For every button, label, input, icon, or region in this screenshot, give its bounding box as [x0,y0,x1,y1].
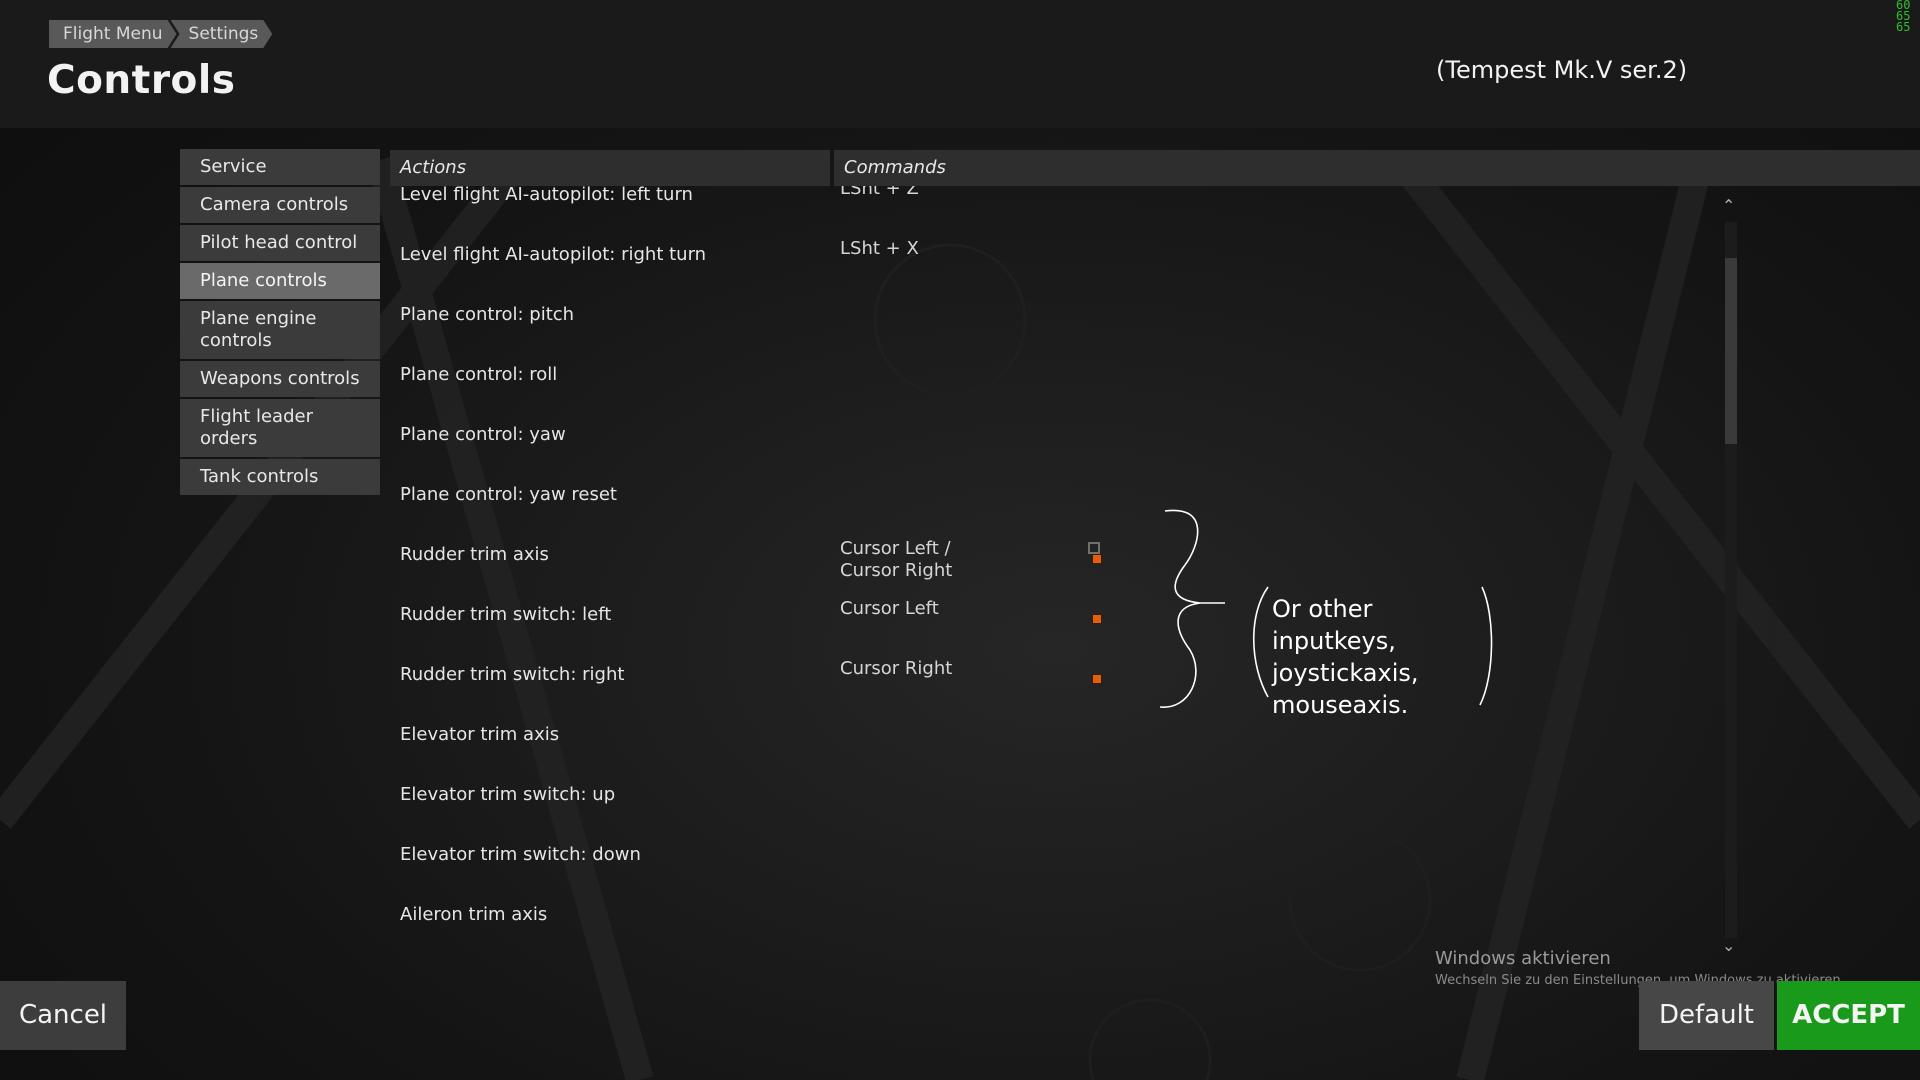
category-item[interactable]: Plane controls [180,263,380,299]
binding-row[interactable]: Elevator trim switch: up [390,764,1730,824]
binding-row[interactable]: Plane control: roll [390,344,1730,404]
page-title: Controls [47,58,236,103]
binding-row[interactable]: Plane control: pitch [390,284,1730,344]
action-label: Level flight AI-autopilot: left turn [400,186,693,205]
binding-row[interactable]: Rudder trim switch: left Cursor Left [390,584,1730,644]
input-indicator-icon [1092,674,1102,684]
bindings-list: Level flight AI-autopilot: left turn LSht… [390,186,1730,956]
action-label: Rudder trim axis [400,543,549,565]
aircraft-name: (Tempest Mk.V ser.2) [1436,56,1688,84]
binding-row[interactable]: Rudder trim switch: right Cursor Right [390,644,1730,704]
action-label: Plane control: pitch [400,303,575,325]
cancel-button[interactable]: Cancel [0,981,126,1050]
breadcrumb: Flight Menu Settings [49,20,274,48]
action-label: Rudder trim switch: right [400,663,625,685]
binding-row[interactable]: Plane control: yaw [390,404,1730,464]
category-item[interactable]: Tank controls [180,459,380,495]
scrollbar-thumb[interactable] [1725,258,1737,444]
action-label: Plane control: yaw reset [400,483,617,505]
command-binding[interactable]: Cursor Right [840,658,952,680]
command-binding[interactable]: LSht + Z [840,186,919,200]
command-binding[interactable]: Cursor Left / Cursor Right [840,538,952,582]
action-label: Elevator trim switch: up [400,783,616,805]
gamepad-icon [1088,542,1100,554]
binding-row[interactable]: Elevator trim axis [390,704,1730,764]
default-button[interactable]: Default [1639,981,1774,1050]
actions-column-header: Actions [390,150,830,186]
annotation-line: mouseaxis. [1272,691,1409,719]
command-binding[interactable]: LSht + X [840,238,919,260]
windows-activation-title: Windows aktivieren [1435,948,1611,969]
category-item[interactable]: Weapons controls [180,361,380,397]
category-item[interactable]: Camera controls [180,187,380,223]
action-label: Level flight AI-autopilot: right turn [400,243,707,265]
annotation-line: joystickaxis, [1272,659,1419,687]
input-indicator-icon [1092,554,1102,564]
fps-counter: 60 65 65 [1896,0,1910,33]
bindings-rows: Level flight AI-autopilot: left turn LSht… [390,186,1730,944]
binding-row[interactable]: Aileron trim axis [390,884,1730,944]
annotation-line: Or other inputkeys, [1272,595,1396,655]
binding-row[interactable]: Level flight AI-autopilot: left turn LSht… [390,186,1730,224]
binding-row[interactable]: Rudder trim axis Cursor Left / Cursor Rig… [390,524,1730,584]
breadcrumb-flight-menu[interactable]: Flight Menu [49,20,177,48]
commands-header-label: Commands [844,157,946,178]
scroll-up-icon[interactable]: ⌃ [1722,196,1735,215]
breadcrumb-settings[interactable]: Settings [171,20,273,48]
annotation-note: Or other inputkeys, joystickaxis, mousea… [1272,593,1502,721]
category-item[interactable]: Pilot head control [180,225,380,261]
action-label: Elevator trim switch: down [400,843,641,865]
action-label: Plane control: roll [400,363,558,385]
category-item[interactable]: Flight leader orders [180,399,380,457]
commands-column-header: Commands [834,150,1920,186]
fps-value: 65 [1896,20,1911,34]
category-item[interactable]: Service [180,149,380,185]
scroll-down-icon[interactable]: ⌄ [1722,936,1735,955]
category-item[interactable]: Plane engine controls [180,301,380,359]
action-label: Aileron trim axis [400,903,548,925]
accept-button[interactable]: ACCEPT [1777,981,1920,1050]
actions-header-label: Actions [400,157,467,178]
binding-row[interactable]: Level flight AI-autopilot: right turn LSh… [390,224,1730,284]
input-indicator-icon [1092,614,1102,624]
command-binding[interactable]: Cursor Left [840,598,939,620]
category-menu: Service Camera controls Pilot head control… [180,149,380,497]
action-label: Plane control: yaw [400,423,566,445]
action-label: Elevator trim axis [400,723,560,745]
binding-row[interactable]: Plane control: yaw reset [390,464,1730,524]
action-label: Rudder trim switch: left [400,603,612,625]
binding-row[interactable]: Elevator trim switch: down [390,824,1730,884]
